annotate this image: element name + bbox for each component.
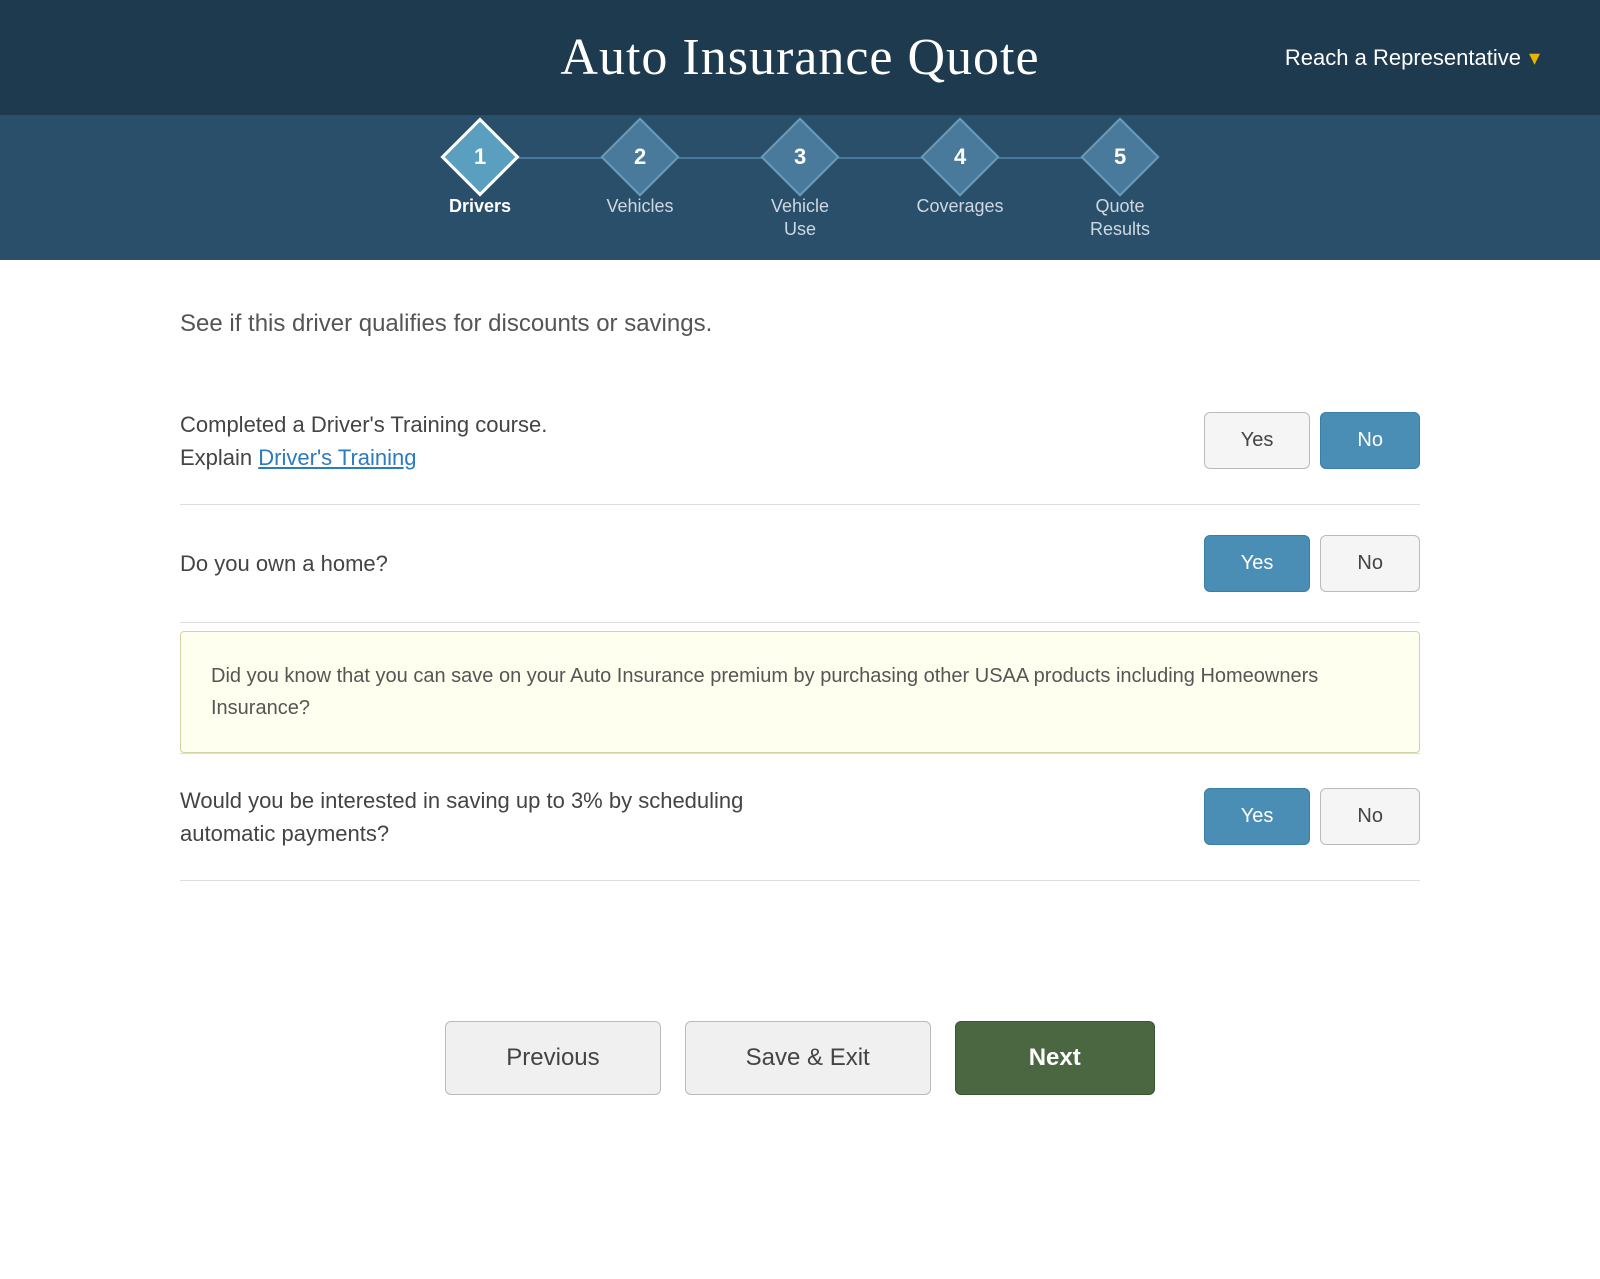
step-1-number: 1	[474, 144, 486, 170]
drivers-training-question: Completed a Driver's Training course.	[180, 412, 547, 437]
drivers-training-text: Completed a Driver's Training course. Ex…	[180, 408, 547, 474]
own-home-question: Do you own a home?	[180, 551, 388, 576]
step-5-diamond: 5	[1080, 117, 1159, 196]
question-drivers-training: Completed a Driver's Training course. Ex…	[180, 378, 1420, 505]
intro-text: See if this driver qualifies for discoun…	[180, 310, 1420, 338]
auto-payments-no-button[interactable]: No	[1320, 788, 1420, 845]
step-5-label: QuoteResults	[1090, 195, 1150, 242]
step-3-label: VehicleUse	[771, 195, 829, 242]
step-2-label: Vehicles	[606, 195, 673, 218]
save-exit-button[interactable]: Save & Exit	[685, 1021, 931, 1095]
homeowners-info-box: Did you know that you can save on your A…	[180, 631, 1420, 753]
own-home-yes-button[interactable]: Yes	[1204, 535, 1311, 592]
previous-button[interactable]: Previous	[445, 1021, 660, 1095]
step-2-vehicles[interactable]: 2 Vehicles	[560, 129, 720, 242]
step-1-diamond: 1	[440, 117, 519, 196]
drivers-training-buttons: Yes No	[1204, 412, 1420, 469]
step-2-number: 2	[634, 144, 646, 170]
question-own-home: Do you own a home? Yes No	[180, 505, 1420, 623]
step-4-coverages[interactable]: 4 Coverages	[880, 129, 1040, 242]
auto-payments-text: Would you be interested in saving up to …	[180, 784, 780, 850]
drivers-training-no-button[interactable]: No	[1320, 412, 1420, 469]
drivers-training-yes-button[interactable]: Yes	[1204, 412, 1311, 469]
auto-payments-yes-button[interactable]: Yes	[1204, 788, 1311, 845]
reach-rep-label: Reach a Representative	[1285, 45, 1521, 71]
step-3-diamond: 3	[760, 117, 839, 196]
step-4-label: Coverages	[916, 195, 1003, 218]
own-home-no-button[interactable]: No	[1320, 535, 1420, 592]
reach-rep-button[interactable]: Reach a Representative ▾	[1285, 45, 1540, 71]
drivers-training-link[interactable]: Driver's Training	[258, 445, 416, 470]
step-4-number: 4	[954, 144, 966, 170]
auto-payments-question: Would you be interested in saving up to …	[180, 788, 743, 846]
auto-payments-buttons: Yes No	[1204, 788, 1420, 845]
page-title: Auto Insurance Quote	[560, 28, 1039, 87]
drivers-training-explain-prefix: Explain	[180, 445, 258, 470]
step-3-number: 3	[794, 144, 806, 170]
step-1-drivers[interactable]: 1 Drivers	[400, 129, 560, 242]
main-content: See if this driver qualifies for discoun…	[100, 260, 1500, 1175]
progress-steps: 1 Drivers 2 Vehicles 3 VehicleUse 4 Cove…	[0, 115, 1600, 260]
step-3-vehicle-use[interactable]: 3 VehicleUse	[720, 129, 880, 242]
question-auto-payments: Would you be interested in saving up to …	[180, 754, 1420, 881]
own-home-text: Do you own a home?	[180, 547, 388, 580]
step-5-quote-results[interactable]: 5 QuoteResults	[1040, 129, 1200, 242]
own-home-buttons: Yes No	[1204, 535, 1420, 592]
step-5-number: 5	[1114, 144, 1126, 170]
info-box-text: Did you know that you can save on your A…	[211, 665, 1318, 719]
step-2-diamond: 2	[600, 117, 679, 196]
page-header: Auto Insurance Quote Reach a Representat…	[0, 0, 1600, 115]
next-button[interactable]: Next	[955, 1021, 1155, 1095]
step-4-diamond: 4	[920, 117, 999, 196]
step-1-label: Drivers	[449, 195, 511, 218]
bottom-nav: Previous Save & Exit Next	[180, 961, 1420, 1135]
reach-rep-icon: ▾	[1529, 45, 1540, 71]
